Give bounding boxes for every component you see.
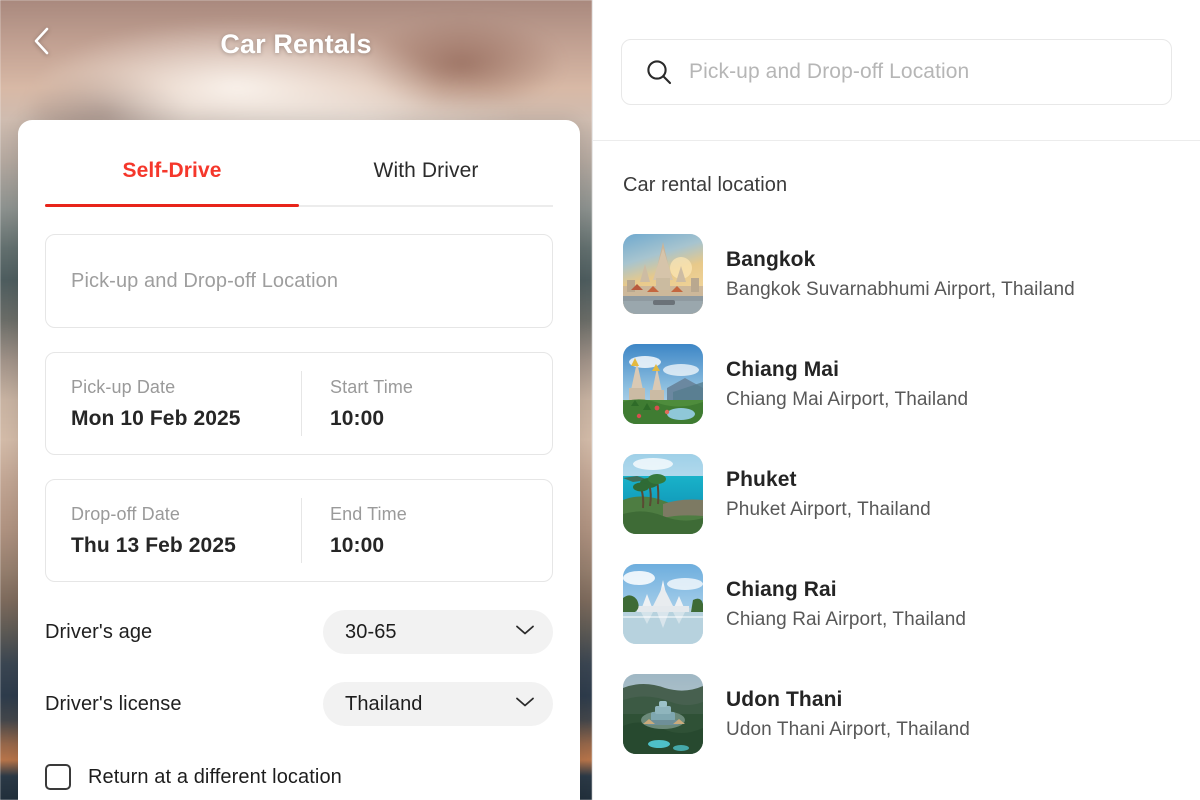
rental-type-tabs: Self-Drive With Driver [45, 120, 553, 207]
location-name: Bangkok [726, 247, 816, 271]
list-item[interactable]: Bangkok Bangkok Suvarnabhumi Airport, Th… [593, 219, 1200, 329]
return-different-location-checkbox[interactable] [45, 764, 71, 790]
location-text: Udon Thani Udon Thani Airport, Thailand [726, 688, 970, 741]
location-name: Chiang Rai [726, 577, 837, 601]
drivers-age-label: Driver's age [45, 620, 153, 643]
location-name: Udon Thani [726, 687, 843, 711]
location-text: Bangkok Bangkok Suvarnabhumi Airport, Th… [726, 248, 1075, 301]
location-thumbnail-chiang-mai [623, 344, 703, 424]
pickup-dropoff-location-input[interactable]: Pick-up and Drop-off Location [45, 234, 553, 328]
return-different-location-row: Return at a different location [45, 754, 553, 800]
pickup-date-value: Mon 10 Feb 2025 [71, 406, 241, 430]
end-time-label: End Time [330, 503, 407, 524]
list-item[interactable]: Chiang Mai Chiang Mai Airport, Thailand [593, 329, 1200, 439]
back-button[interactable] [26, 26, 56, 56]
drivers-age-value: 30-65 [345, 620, 397, 643]
location-search-input[interactable]: Pick-up and Drop-off Location [621, 39, 1172, 105]
dropoff-date-time-row: Drop-off Date Thu 13 Feb 2025 End Time 1… [45, 479, 553, 582]
drivers-license-label: Driver's license [45, 692, 182, 715]
app-screen: Car Rentals Self-Drive With Driver Pick-… [0, 0, 1200, 800]
location-sublabel: Bangkok Suvarnabhumi Airport, Thailand [726, 278, 1075, 300]
tab-self-drive[interactable]: Self-Drive [45, 159, 299, 207]
chevron-left-icon [30, 26, 52, 56]
page-title: Car Rentals [220, 28, 372, 59]
location-sublabel: Udon Thani Airport, Thailand [726, 718, 970, 740]
start-time-value: 10:00 [330, 406, 385, 430]
location-sublabel: Chiang Mai Airport, Thailand [726, 388, 969, 410]
location-sublabel: Phuket Airport, Thailand [726, 498, 931, 520]
search-area: Pick-up and Drop-off Location [593, 0, 1200, 140]
pickup-date-label: Pick-up Date [71, 376, 176, 397]
location-text: Phuket Phuket Airport, Thailand [726, 468, 931, 521]
start-time-label: Start Time [330, 376, 414, 397]
dropoff-date-field[interactable]: Drop-off Date Thu 13 Feb 2025 [46, 480, 301, 581]
page-header: Car Rentals [0, 0, 592, 86]
location-results-list: Bangkok Bangkok Suvarnabhumi Airport, Th… [593, 197, 1200, 769]
location-thumbnail-chiang-rai [623, 564, 703, 644]
end-time-value: 10:00 [330, 533, 385, 557]
location-sublabel: Chiang Rai Airport, Thailand [726, 608, 967, 630]
list-item[interactable]: Phuket Phuket Airport, Thailand [593, 439, 1200, 549]
search-icon [644, 57, 674, 87]
return-different-location-label: Return at a different location [88, 765, 342, 788]
section-title-car-rental-location: Car rental location [623, 174, 788, 196]
pickup-time-field[interactable]: Start Time 10:00 [302, 353, 552, 454]
booking-card: Self-Drive With Driver Pick-up and Drop-… [18, 120, 580, 800]
drivers-license-row: Driver's license Thailand [45, 668, 553, 740]
drivers-license-select[interactable]: Thailand [323, 682, 553, 726]
drivers-license-value: Thailand [345, 692, 423, 715]
location-text: Chiang Mai Chiang Mai Airport, Thailand [726, 358, 968, 411]
tab-with-driver[interactable]: With Driver [299, 159, 553, 207]
car-rental-form-panel: Car Rentals Self-Drive With Driver Pick-… [0, 0, 592, 800]
location-name: Phuket [726, 467, 797, 491]
location-search-panel: Pick-up and Drop-off Location Car rental… [592, 0, 1200, 800]
list-item[interactable]: Udon Thani Udon Thani Airport, Thailand [593, 659, 1200, 769]
dropoff-date-label: Drop-off Date [71, 503, 181, 524]
dropoff-time-field[interactable]: End Time 10:00 [302, 480, 552, 581]
pickup-date-field[interactable]: Pick-up Date Mon 10 Feb 2025 [46, 353, 301, 454]
active-tab-indicator [45, 204, 299, 207]
pickup-date-time-row: Pick-up Date Mon 10 Feb 2025 Start Time … [45, 352, 553, 455]
drivers-age-select[interactable]: 30-65 [323, 610, 553, 654]
location-thumbnail-phuket [623, 454, 703, 534]
location-thumbnail-bangkok [623, 234, 703, 314]
chevron-down-icon [515, 695, 535, 713]
location-placeholder: Pick-up and Drop-off Location [71, 269, 339, 292]
drivers-age-row: Driver's age 30-65 [45, 596, 553, 668]
location-thumbnail-udon-thani [623, 674, 703, 754]
dropoff-date-value: Thu 13 Feb 2025 [71, 533, 236, 557]
search-placeholder: Pick-up and Drop-off Location [689, 60, 970, 83]
list-item[interactable]: Chiang Rai Chiang Rai Airport, Thailand [593, 549, 1200, 659]
location-name: Chiang Mai [726, 357, 840, 381]
location-text: Chiang Rai Chiang Rai Airport, Thailand [726, 578, 966, 631]
chevron-down-icon [515, 623, 535, 641]
